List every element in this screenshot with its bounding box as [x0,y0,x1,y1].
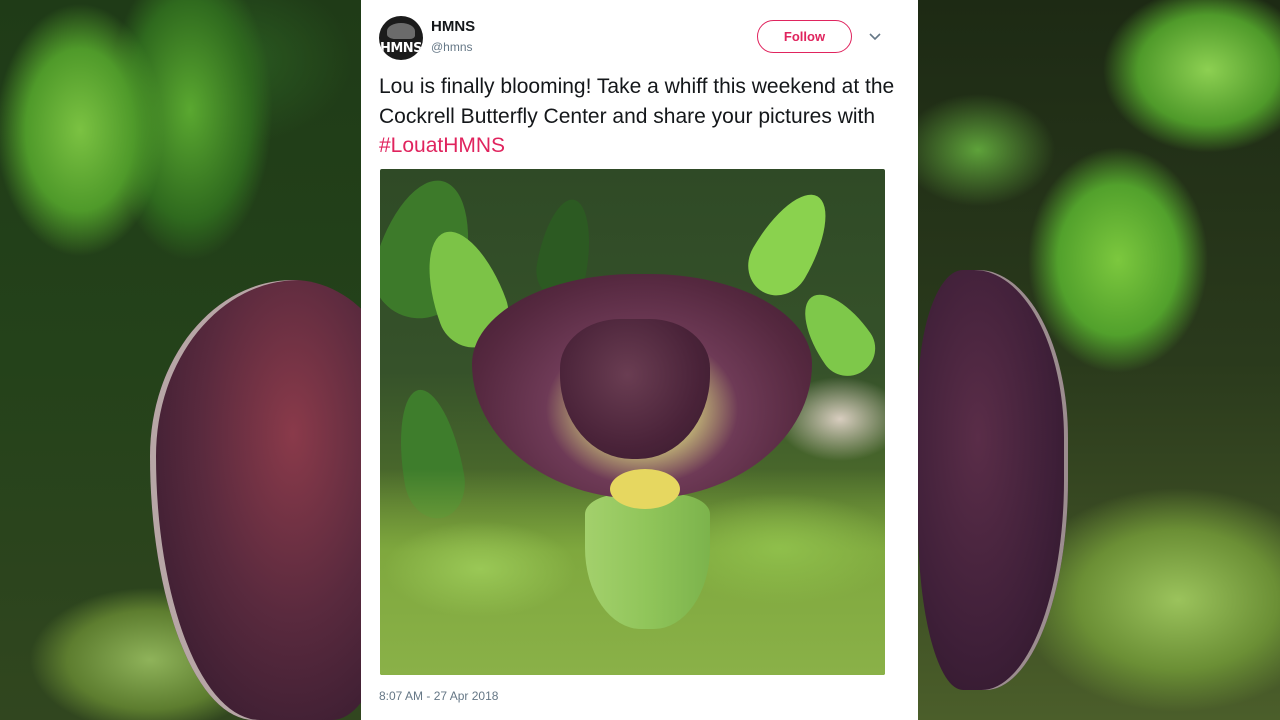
avatar[interactable]: HMNS [379,16,423,60]
display-name[interactable]: HMNS [431,18,475,35]
flower-throat [610,469,680,509]
chevron-down-icon[interactable] [866,30,884,44]
photo-leaf [736,181,844,307]
handle[interactable]: @hmns [431,40,473,54]
background-petal [150,280,361,720]
tweet-timestamp[interactable]: 8:07 AM - 27 Apr 2018 [379,689,498,703]
follow-button[interactable]: Follow [757,20,852,53]
tweet-body: Lou is finally blooming! Take a whiff th… [379,75,895,128]
hashtag-link[interactable]: #LouatHMNS [379,134,505,157]
background-photo-left [0,0,361,720]
tweet-card: HMNS HMNS @hmns Follow Lou is finally bl… [361,0,918,720]
avatar-logo-text: HMNS [379,41,423,56]
avatar-logo-shape [387,23,415,39]
tweet-text: Lou is finally blooming! Take a whiff th… [379,72,899,161]
background-petal [918,270,1068,690]
tweet-photo[interactable] [380,169,885,675]
background-photo-right [918,0,1280,720]
